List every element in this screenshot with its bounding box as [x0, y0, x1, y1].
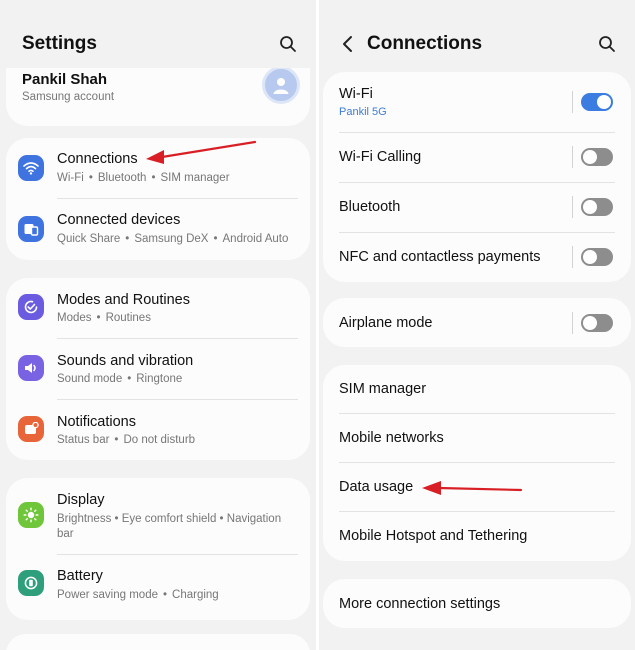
sim-manager-row[interactable]: SIM manager: [323, 365, 631, 414]
separator: [572, 196, 573, 218]
back-button[interactable]: [337, 32, 357, 56]
modes-label: Modes and Routines: [57, 292, 190, 308]
wireless-group: Wi-Fi Pankil 5G Wi-Fi Calling Bluetooth …: [323, 72, 631, 282]
separator: [572, 246, 573, 268]
airplane-label: Airplane mode: [339, 315, 433, 331]
sounds-subtitle: Sound mode • Ringtone: [57, 373, 183, 385]
connections-panel: Connections Wi-Fi Pankil 5G Wi-Fi Callin…: [319, 0, 635, 650]
notifications-label: Notifications: [57, 414, 136, 430]
hotspot-label: Mobile Hotspot and Tethering: [339, 528, 528, 544]
account-card[interactable]: Pankil Shah Samsung account: [6, 68, 310, 126]
mobile-networks-row[interactable]: Mobile networks: [323, 414, 631, 463]
person-icon: [273, 78, 289, 94]
wifi-calling-toggle[interactable]: [581, 148, 613, 166]
sidebar-item-sounds[interactable]: Sounds and vibration Sound mode • Ringtone: [6, 339, 310, 399]
chevron-left-icon: [343, 36, 352, 52]
separator: [572, 312, 573, 334]
connections-label: Connections: [57, 151, 138, 167]
modes-group: Modes and Routines Modes • Routines Sounds…: [6, 278, 310, 460]
avatar[interactable]: [262, 68, 300, 104]
data-usage-row[interactable]: Data usage: [323, 463, 631, 512]
connected-devices-label: Connected devices: [57, 212, 181, 228]
sidebar-item-notifications[interactable]: Notifications Status bar • Do not disturb: [6, 400, 310, 460]
search-button[interactable]: [276, 32, 300, 56]
wifi-icon: [18, 155, 44, 181]
wifi-calling-label: Wi-Fi Calling: [339, 149, 422, 165]
wifi-toggle[interactable]: [581, 93, 613, 111]
connected-devices-subtitle: Quick Share • Samsung DeX • Android Auto: [57, 233, 289, 245]
nfc-label: NFC and contactless payments: [339, 249, 541, 265]
connections-group: Connections Wi-Fi • Bluetooth • SIM manager …: [6, 138, 310, 260]
bell-icon: [18, 416, 44, 442]
mobile-networks-label: Mobile networks: [339, 430, 444, 446]
settings-header: Settings: [0, 26, 316, 62]
account-subtitle: Samsung account: [22, 91, 115, 103]
data-usage-label: Data usage: [339, 479, 414, 495]
wifi-label: Wi-Fi: [339, 86, 373, 102]
check-circle-icon: [18, 294, 44, 320]
separator: [572, 146, 573, 168]
modes-subtitle: Modes • Routines: [57, 312, 151, 324]
hotspot-row[interactable]: Mobile Hotspot and Tethering: [323, 512, 631, 561]
connections-subtitle: Wi-Fi • Bluetooth • SIM manager: [57, 172, 230, 184]
more-settings-row[interactable]: More connection settings: [323, 579, 631, 628]
bluetooth-label: Bluetooth: [339, 199, 401, 215]
sidebar-item-display[interactable]: Display Brightness • Eye comfort shield …: [6, 478, 310, 554]
display-label: Display: [57, 492, 105, 508]
separator: [572, 91, 573, 113]
search-icon: [280, 36, 296, 52]
sun-icon: [18, 502, 44, 528]
more-group: More connection settings: [323, 579, 631, 628]
page-title: Connections: [367, 33, 483, 54]
connections-header: Connections: [319, 26, 635, 62]
more-settings-label: More connection settings: [339, 596, 501, 612]
sounds-label: Sounds and vibration: [57, 353, 194, 369]
wifi-network: Pankil 5G: [339, 106, 387, 118]
battery-subtitle: Power saving mode • Charging: [57, 589, 219, 601]
devices-icon: [18, 216, 44, 242]
page-title: Settings: [22, 33, 97, 54]
sidebar-item-connected-devices[interactable]: Connected devices Quick Share • Samsung De…: [6, 199, 310, 259]
airplane-group: Airplane mode: [323, 298, 631, 347]
settings-panel: Settings Pankil Shah Samsung account Con…: [0, 0, 316, 650]
display-group: Display Brightness • Eye comfort shield …: [6, 478, 310, 620]
battery-icon: [18, 570, 44, 596]
airplane-toggle[interactable]: [581, 314, 613, 332]
nfc-toggle[interactable]: [581, 248, 613, 266]
battery-label: Battery: [57, 568, 103, 584]
sidebar-item-modes[interactable]: Modes and Routines Modes • Routines: [6, 278, 310, 338]
display-subtitle: Brightness • Eye comfort shield • Naviga…: [57, 513, 282, 540]
airplane-row[interactable]: Airplane mode: [323, 298, 631, 347]
sidebar-item-connections[interactable]: Connections Wi-Fi • Bluetooth • SIM manager: [6, 138, 310, 198]
wifi-calling-row[interactable]: Wi-Fi Calling: [323, 133, 631, 182]
next-group: [6, 634, 310, 650]
sidebar-item-battery[interactable]: Battery Power saving mode • Charging: [6, 555, 310, 615]
sim-manager-label: SIM manager: [339, 381, 427, 397]
nfc-row[interactable]: NFC and contactless payments: [323, 233, 631, 282]
bluetooth-toggle[interactable]: [581, 198, 613, 216]
search-button[interactable]: [595, 32, 619, 56]
notifications-subtitle: Status bar • Do not disturb: [57, 434, 196, 446]
wifi-row[interactable]: Wi-Fi Pankil 5G: [323, 72, 631, 132]
search-icon: [599, 36, 615, 52]
bluetooth-row[interactable]: Bluetooth: [323, 183, 631, 232]
mobile-group: SIM manager Mobile networks Data usage M…: [323, 365, 631, 561]
account-name: Pankil Shah: [22, 71, 108, 88]
speaker-icon: [18, 355, 44, 381]
